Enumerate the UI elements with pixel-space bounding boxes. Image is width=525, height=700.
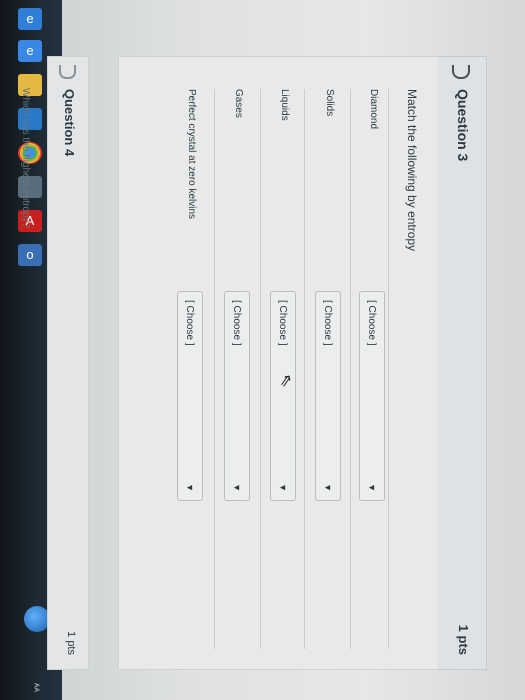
match-select-perfect-crystal[interactable]: [ Choose ] ▼ [177, 291, 203, 501]
ie-browser-icon[interactable]: e [18, 40, 42, 62]
match-select-gases[interactable]: [ Choose ] ▼ [224, 291, 250, 501]
question-4-title: Question 4 [62, 89, 77, 157]
chevron-down-icon: ▼ [367, 483, 377, 492]
divider [304, 89, 305, 649]
question-3-body: Match the following by entropy Diamond [… [118, 56, 437, 670]
select-value: [ Choose ] [277, 300, 288, 346]
quiz-page: Question 3 1 pts Match the following by … [20, 0, 525, 700]
divider [388, 89, 389, 649]
question-3-title: Question 3 [455, 89, 471, 162]
tray-label: ᴬᴬ [29, 682, 41, 693]
question-4-header: Question 4 1 pts [47, 56, 89, 670]
divider [214, 89, 215, 649]
question-flag-icon[interactable] [59, 65, 76, 79]
question-3-points: 1 pts [456, 624, 471, 655]
match-label-perfect-crystal: Perfect crystal at zero kelvins [186, 89, 197, 220]
match-label-liquids: Liquids [279, 89, 290, 121]
select-value: [ Choose ] [366, 300, 377, 346]
question-4-prompt: Which has the highest entropy? [20, 88, 31, 229]
match-select-liquids[interactable]: [ Choose ] ▼ [270, 291, 296, 501]
question-flag-icon[interactable] [452, 65, 470, 79]
match-select-solids[interactable]: [ Choose ] ▼ [315, 291, 341, 501]
match-label-gases: Gases [233, 89, 244, 118]
divider [350, 89, 351, 649]
question-3-header: Question 3 1 pts [435, 56, 487, 670]
divider [260, 89, 261, 649]
select-value: [ Choose ] [184, 300, 195, 346]
chevron-down-icon: ▼ [278, 483, 288, 492]
edge-browser-icon[interactable]: e [18, 8, 42, 30]
quiz-content: Question 3 1 pts Match the following by … [20, 0, 525, 700]
chevron-down-icon: ▼ [323, 483, 333, 492]
select-value: [ Choose ] [322, 300, 333, 346]
chevron-down-icon: ▼ [185, 483, 195, 492]
question-3-prompt: Match the following by entropy [405, 89, 419, 252]
select-value: [ Choose ] [231, 300, 242, 346]
chevron-down-icon: ▼ [232, 483, 242, 492]
question-4-points: 1 pts [65, 631, 77, 655]
match-label-diamond: Diamond [368, 89, 379, 130]
outlook-icon[interactable]: o [18, 244, 42, 266]
monitor-screen: e e A o ᴬᴬ Question 3 1 pts Match the fo… [0, 0, 525, 700]
match-label-solids: Solids [324, 89, 335, 117]
match-select-diamond[interactable]: [ Choose ] ▼ [359, 291, 385, 501]
